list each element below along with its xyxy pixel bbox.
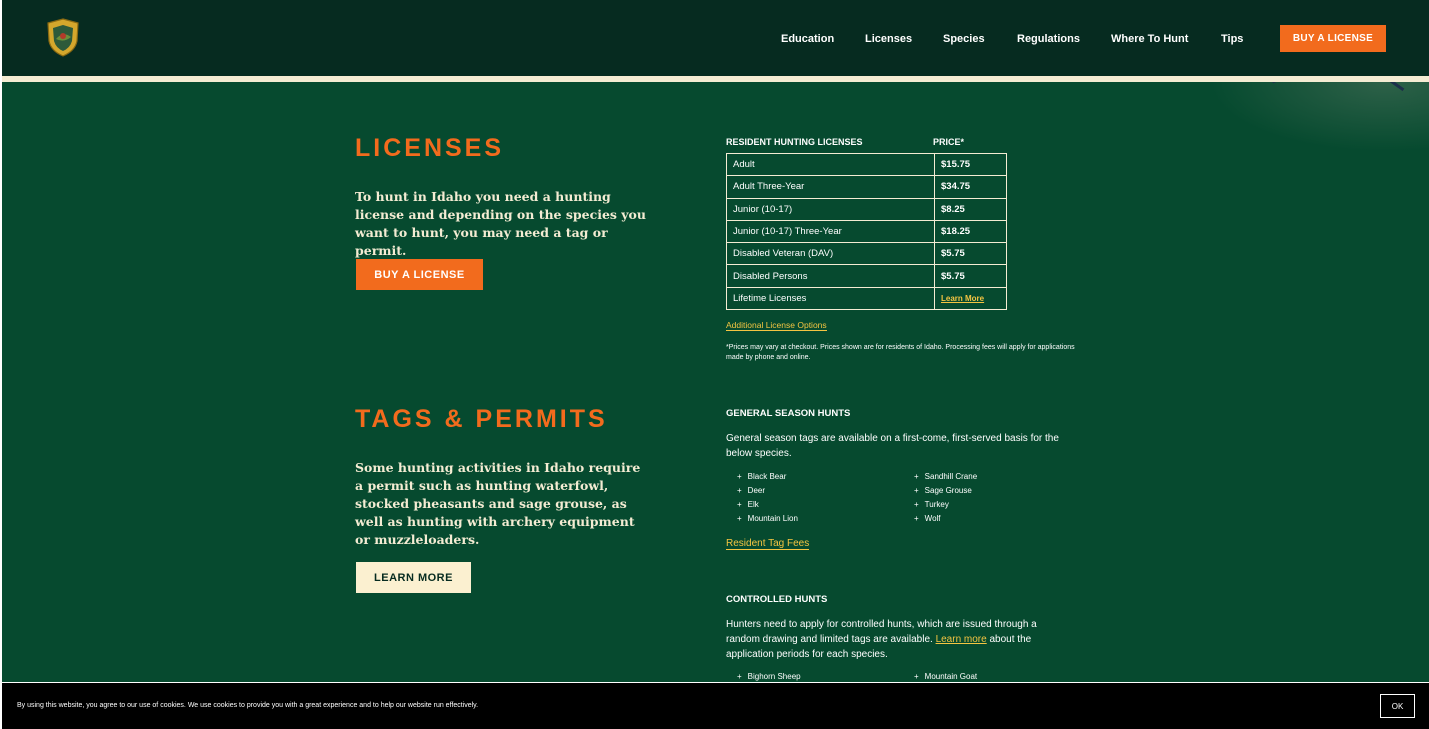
nav-education[interactable]: Education bbox=[781, 33, 834, 45]
main-content bbox=[2, 82, 1429, 682]
lifetime-learn-more-link[interactable]: Learn More bbox=[941, 294, 984, 303]
nav-species[interactable]: Species bbox=[943, 33, 985, 45]
licenses-table-header-price: PRICE* bbox=[933, 137, 965, 147]
list-item: Mountain Lion bbox=[737, 514, 798, 528]
license-price-cell: Learn More bbox=[934, 286, 1007, 311]
license-name: Adult bbox=[726, 152, 935, 177]
table-row: Lifetime Licenses Learn More bbox=[726, 286, 1007, 311]
general-species-list-2: Sandhill Crane Sage Grouse Turkey Wolf bbox=[914, 472, 977, 528]
license-price: $34.75 bbox=[934, 175, 1007, 199]
list-item: Sandhill Crane bbox=[914, 472, 977, 486]
controlled-hunts-title: CONTROLLED HUNTS bbox=[726, 594, 828, 605]
header: Education Licenses Species Regulations W… bbox=[2, 0, 1429, 76]
list-item: Turkey bbox=[914, 500, 977, 514]
license-price: $15.75 bbox=[934, 152, 1007, 177]
list-item: Sage Grouse bbox=[914, 486, 977, 500]
table-row: Junior (10-17) Three-Year $18.25 bbox=[726, 219, 1007, 244]
nav-where-to-hunt[interactable]: Where To Hunt bbox=[1111, 33, 1188, 45]
table-row: Disabled Persons $5.75 bbox=[726, 264, 1007, 288]
idaho-fish-game-logo[interactable] bbox=[44, 17, 82, 57]
cookie-text: By using this website, you agree to our … bbox=[17, 702, 479, 709]
license-name: Junior (10-17) bbox=[726, 197, 935, 221]
licenses-table-header-name: RESIDENT HUNTING LICENSES bbox=[726, 137, 863, 147]
nav-licenses[interactable]: Licenses bbox=[865, 33, 912, 45]
license-price: $18.25 bbox=[934, 219, 1007, 244]
licenses-title: LICENSES bbox=[355, 134, 505, 162]
license-price: $5.75 bbox=[934, 242, 1007, 266]
general-species-list-1: Black Bear Deer Elk Mountain Lion bbox=[737, 472, 798, 528]
table-row: Adult Three-Year $34.75 bbox=[726, 175, 1007, 199]
cookie-ok-button[interactable]: OK bbox=[1380, 694, 1415, 718]
table-row: Adult $15.75 bbox=[726, 152, 1007, 177]
license-name: Disabled Veteran (DAV) bbox=[726, 242, 935, 266]
table-row: Junior (10-17) $8.25 bbox=[726, 197, 1007, 221]
buy-license-nav-button[interactable]: BUY A LICENSE bbox=[1280, 25, 1386, 52]
license-name: Adult Three-Year bbox=[726, 175, 935, 199]
list-item: Wolf bbox=[914, 514, 977, 528]
price-note: *Prices may vary at checkout. Prices sho… bbox=[726, 344, 1075, 361]
license-price: $5.75 bbox=[934, 264, 1007, 288]
nav-regulations[interactable]: Regulations bbox=[1017, 33, 1080, 45]
tags-permits-lead: Some hunting activities in Idaho require… bbox=[355, 460, 641, 547]
resident-tag-fees-link[interactable]: Resident Tag Fees bbox=[726, 538, 810, 550]
resident-licenses-table: Adult $15.75 Adult Three-Year $34.75 Jun… bbox=[726, 152, 1007, 311]
license-name: Junior (10-17) Three-Year bbox=[726, 219, 935, 244]
licenses-lead: To hunt in Idaho you need a hunting lice… bbox=[355, 189, 646, 258]
additional-license-options-link[interactable]: Additional License Options bbox=[726, 320, 827, 331]
buy-license-button[interactable]: BUY A LICENSE bbox=[356, 259, 483, 290]
controlled-learn-more-link[interactable]: Learn more bbox=[936, 634, 987, 645]
controlled-hunts-text: Hunters need to apply for controlled hun… bbox=[726, 617, 1066, 662]
license-name: Disabled Persons bbox=[726, 264, 935, 288]
cookie-banner: By using this website, you agree to our … bbox=[2, 683, 1429, 729]
nav-tips[interactable]: Tips bbox=[1221, 33, 1243, 45]
tags-permits-title: TAGS & PERMITS bbox=[355, 405, 608, 433]
table-row: Disabled Veteran (DAV) $5.75 bbox=[726, 242, 1007, 266]
learn-more-button[interactable]: LEARN MORE bbox=[356, 562, 471, 593]
general-season-text: General season tags are available on a f… bbox=[726, 433, 1059, 459]
license-price: $8.25 bbox=[934, 197, 1007, 221]
list-item: Elk bbox=[737, 500, 798, 514]
general-season-title: GENERAL SEASON HUNTS bbox=[726, 408, 851, 419]
license-name: Lifetime Licenses bbox=[726, 286, 935, 311]
list-item: Black Bear bbox=[737, 472, 798, 486]
list-item: Deer bbox=[737, 486, 798, 500]
grass-decoration bbox=[1209, 82, 1429, 152]
